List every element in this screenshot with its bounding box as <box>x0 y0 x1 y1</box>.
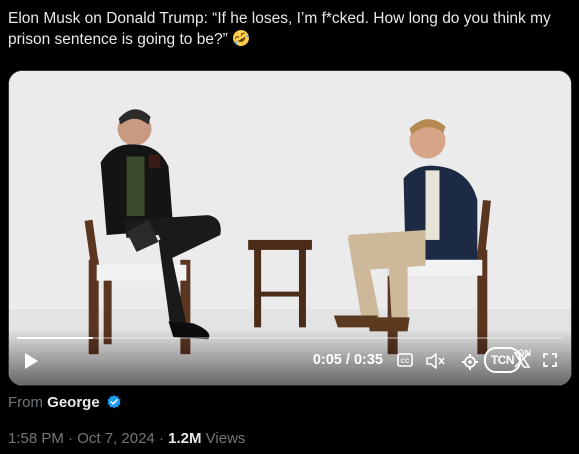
play-icon[interactable] <box>21 351 41 371</box>
tweet-text: Elon Musk on Donald Trump: “If he loses,… <box>8 10 551 48</box>
time-total: 0:35 <box>353 352 383 368</box>
progress-fill <box>17 337 94 339</box>
tweet-text-block: Elon Musk on Donald Trump: “If he loses,… <box>8 8 568 50</box>
verified-badge-icon <box>107 395 121 409</box>
attribution-line: From George <box>8 394 122 411</box>
progress-bar[interactable] <box>17 337 563 339</box>
views-label: Views <box>205 430 246 447</box>
video-player[interactable]: 0:05 / 0:35 CC TCN ON <box>8 70 572 386</box>
views-count: 1.2M <box>168 430 202 447</box>
tweet-date[interactable]: Oct 7, 2024 <box>77 430 155 447</box>
tweet-meta: 1:58 PM · Oct 7, 2024 · 1.2M Views <box>8 430 245 447</box>
tweet-time[interactable]: 1:58 PM <box>8 430 64 447</box>
time-display: 0:05 / 0:35 <box>313 352 383 368</box>
video-controls: 0:05 / 0:35 CC TCN ON <box>9 329 571 385</box>
fullscreen-icon[interactable] <box>541 351 559 369</box>
captions-icon[interactable]: CC <box>397 353 413 367</box>
time-separator: / <box>345 352 350 368</box>
meta-separator: · <box>68 430 74 447</box>
time-current: 0:05 <box>312 352 342 368</box>
rolling-on-floor-laughing-emoji-icon <box>233 30 250 46</box>
meta-separator: · <box>158 430 164 447</box>
settings-gear-icon[interactable] <box>461 353 479 371</box>
x-logo-icon <box>513 352 531 368</box>
mute-icon[interactable] <box>425 353 447 369</box>
svg-text:CC: CC <box>401 359 410 365</box>
attribution-prefix: From <box>8 394 43 411</box>
attribution-name[interactable]: George <box>47 394 100 411</box>
